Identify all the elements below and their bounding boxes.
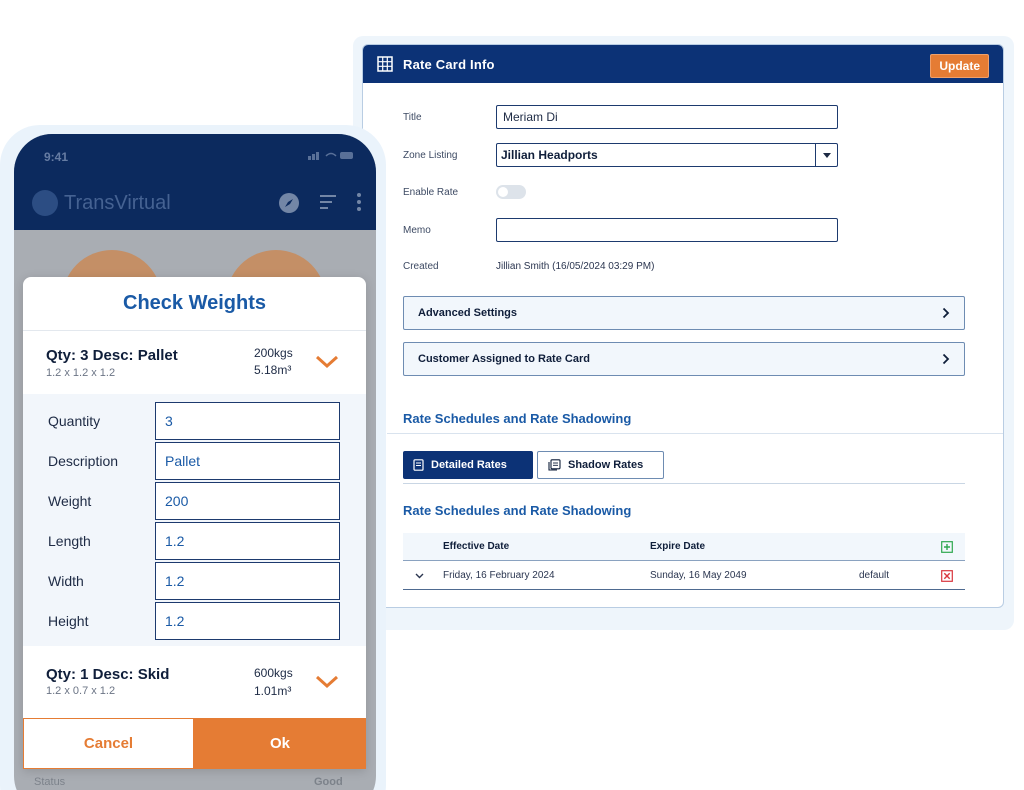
brand-logo-icon [32,190,58,216]
tabs-underline [403,483,965,484]
field-label: Description [48,453,119,469]
field-length: Length 1.2 [23,522,366,562]
created-label: Created [403,261,439,272]
field-label: Width [48,573,84,589]
created-row: Created Jillian Smith (16/05/2024 03:29 … [403,261,654,272]
col-effective-date: Effective Date [443,541,510,552]
item-weight: 200kgs [254,346,293,360]
item-name: Qty: 1 Desc: Skid [46,666,170,683]
field-label: Weight [48,493,92,509]
zone-select[interactable]: Jillian Headports [496,143,838,167]
type-cell: default [859,569,890,581]
field-weight: Weight 200 [23,482,366,522]
phone-app-bar: 9:41 TransVirtual [14,134,376,230]
table-header: Effective Date Expire Date [403,533,965,561]
item-name: Qty: 3 Desc: Pallet [46,347,178,364]
quantity-input[interactable]: 3 [155,402,340,440]
height-input[interactable]: 1.2 [155,602,340,640]
width-input[interactable]: 1.2 [155,562,340,600]
field-width: Width 1.2 [23,562,366,602]
item-volume: 5.18m³ [254,363,292,377]
filter-icon[interactable] [318,192,338,212]
enable-label: Enable Rate [403,186,459,198]
zone-label: Zone Listing [403,149,458,161]
field-label: Height [48,613,89,629]
tab-shadow-rates[interactable]: Shadow Rates [537,451,664,479]
enable-row: Enable Rate [403,185,526,199]
chevron-down-icon[interactable] [315,675,339,689]
field-description: Description Pallet [23,442,366,482]
zone-row: Zone Listing Jillian Headports [403,143,838,167]
cancel-button[interactable]: Cancel [23,718,194,769]
field-quantity: Quantity 3 [23,402,366,442]
rate-card-panel: Rate Card Info Update Title Meriam Di Zo… [362,44,1004,608]
description-input[interactable]: Pallet [155,442,340,480]
created-value: Jillian Smith (16/05/2024 03:29 PM) [496,261,655,272]
effective-date-cell: Friday, 16 February 2024 [443,569,555,581]
item-weight: 600kgs [254,666,293,680]
chevron-down-icon[interactable] [415,573,424,579]
customer-assigned-accordion[interactable]: Customer Assigned to Rate Card [403,342,965,376]
expire-date-cell: Sunday, 16 May 2049 [650,569,747,581]
col-expire-date: Expire Date [650,541,706,552]
field-height: Height 1.2 [23,602,366,642]
chevron-right-icon [942,353,950,365]
rate-schedules-subheading: Rate Schedules and Rate Shadowing [403,503,632,518]
field-label: Length [48,533,91,549]
section-divider [387,433,1003,434]
brand-name: TransVirtual [64,192,171,214]
tab-label: Shadow Rates [568,459,644,471]
field-label: Quantity [48,413,101,429]
table-row[interactable]: Friday, 16 February 2024 Sunday, 16 May … [403,561,965,590]
more-vertical-icon[interactable] [356,192,362,212]
memo-label: Memo [403,224,431,236]
add-row-icon[interactable] [941,541,953,553]
panel-title: Rate Card Info [403,56,495,72]
panel-header: Rate Card Info Update [363,45,1003,83]
status-icons [308,150,354,163]
background-status-value: Good [314,776,343,788]
chevron-down-icon[interactable] [315,355,339,369]
update-button[interactable]: Update [930,54,989,78]
signal-icon [308,152,353,160]
modal-title: Check Weights [23,277,366,331]
background-status-label: Status [34,776,66,788]
advanced-settings-accordion[interactable]: Advanced Settings [403,296,965,330]
memo-input[interactable] [496,218,838,242]
title-input[interactable]: Meriam Di [496,105,838,129]
rate-schedules-table: Effective Date Expire Date Friday, 16 Fe… [403,533,965,590]
title-row: Title Meriam Di [403,105,838,129]
length-input[interactable]: 1.2 [155,522,340,560]
item-dims: 1.2 x 1.2 x 1.2 [46,367,116,379]
accordion-label: Advanced Settings [418,307,518,319]
modal-footer: Cancel Ok [23,718,366,769]
item-volume: 1.01m³ [254,684,292,698]
zone-select-value: Jillian Headports [501,148,598,162]
accordion-label: Customer Assigned to Rate Card [418,353,590,365]
grid-icon [377,56,393,72]
rate-schedules-heading: Rate Schedules and Rate Shadowing [403,411,632,426]
enable-rate-toggle[interactable] [496,185,526,199]
item-dims: 1.2 x 0.7 x 1.2 [46,685,116,697]
ok-button[interactable]: Ok [194,718,366,769]
memo-row: Memo [403,218,838,242]
shadow-document-icon [548,459,561,471]
tab-label: Detailed Rates [431,459,507,471]
compass-icon[interactable] [278,192,300,214]
tab-detailed-rates[interactable]: Detailed Rates [403,451,533,479]
weight-input[interactable]: 200 [155,482,340,520]
app-bar-actions [278,192,362,214]
item-fields-panel: Quantity 3 Description Pallet Weight 200… [23,394,366,646]
item-skid-header[interactable]: Qty: 1 Desc: Skid 1.2 x 0.7 x 1.2 600kgs… [23,650,366,714]
chevron-right-icon [942,307,950,319]
caret-down-icon[interactable] [815,144,837,166]
check-weights-modal: Check Weights Qty: 3 Desc: Pallet 1.2 x … [23,277,366,769]
status-time: 9:41 [44,150,69,164]
title-label: Title [403,111,422,123]
delete-row-icon[interactable] [941,570,953,582]
document-icon [413,459,424,471]
item-pallet-header[interactable]: Qty: 3 Desc: Pallet 1.2 x 1.2 x 1.2 200k… [23,331,366,395]
